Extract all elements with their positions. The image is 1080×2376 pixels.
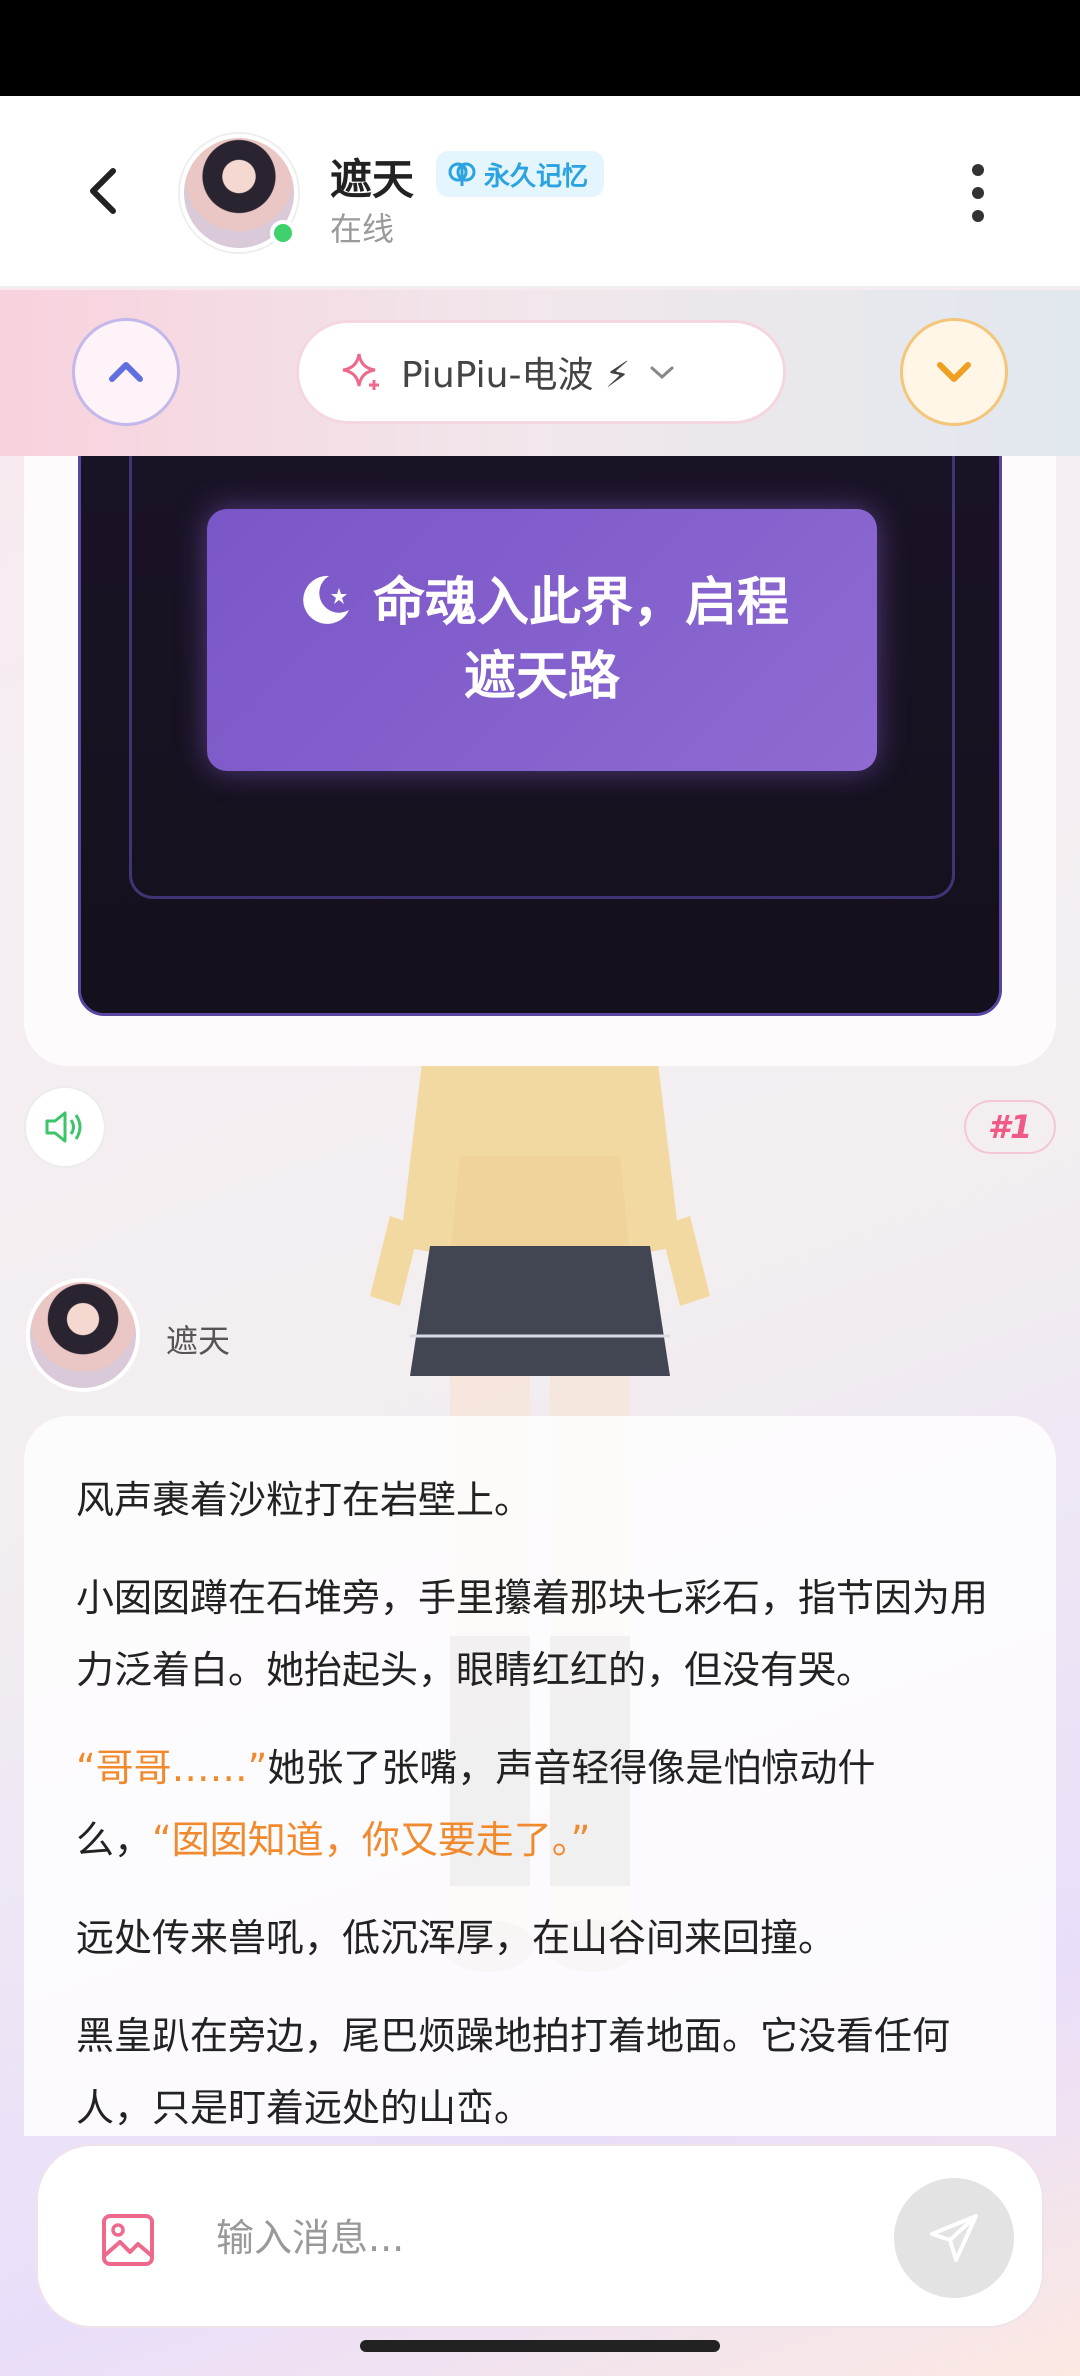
sparkle-icon (342, 353, 379, 390)
memory-badge-label: 永久记忆 (484, 161, 589, 192)
chevron-down-icon (937, 362, 971, 382)
status-bar (0, 0, 1080, 96)
online-indicator (270, 220, 296, 246)
chat-toolbar: PiuPiu-电波 ⚡ (0, 290, 1080, 456)
sender-name: 遮天 (166, 1322, 231, 1360)
sender-avatar[interactable] (26, 1278, 140, 1392)
chevron-up-icon (109, 362, 143, 382)
moon-star-icon (303, 575, 349, 624)
more-vertical-icon (972, 164, 984, 176)
memory-badge[interactable]: 永久记忆 (436, 151, 605, 197)
start-journey-label: 命魂入此界，启程遮天路 (282, 566, 802, 714)
game-card: 命魂入此界，启程遮天路 (24, 456, 1056, 1066)
chat-header: 遮天 永久记忆 在线 (0, 96, 1080, 288)
message-index-badge: #1 (964, 1100, 1056, 1154)
message-paragraph: 远处传来兽吼，低沉浑厚，在山谷间来回撞。 (76, 1916, 837, 1960)
message-bubble: 风声裹着沙粒打在岩壁上。 小囡囡蹲在石堆旁，手里攥着那块七彩石，指节因为用力泛着… (24, 1416, 1056, 2136)
more-options-button[interactable] (956, 158, 1000, 228)
message-paragraph: “哥哥……”她张了张嘴，声音轻得像是怕惊动什么，“囡囡知道，你又要走了。” (76, 1732, 1006, 1876)
dialogue-quote: “哥哥……” (76, 1746, 268, 1790)
attach-image-button[interactable] (96, 2208, 160, 2272)
message-input-bar (36, 2144, 1044, 2328)
message-paragraph: 黑皇趴在旁边，尾巴烦躁地拍打着地面。它没看任何人，只是盯着远处的山峦。 (76, 2014, 951, 2130)
brain-icon (448, 162, 476, 186)
game-panel: 命魂入此界，启程遮天路 (78, 456, 1002, 1016)
mode-label: PiuPiu-电波 ⚡ (401, 355, 631, 396)
chat-messages[interactable]: 命魂入此界，启程遮天路 #1 遮天 风声裹着沙粒打在岩壁上。 小囡囡蹲在石堆旁，… (0, 456, 1080, 2136)
play-audio-button[interactable] (24, 1086, 106, 1168)
speaker-icon (45, 1111, 82, 1143)
scroll-up-button[interactable] (72, 318, 180, 426)
message-paragraph: 小囡囡蹲在石堆旁，手里攥着那块七彩石，指节因为用力泛着白。她抬起头，眼睛红红的，… (76, 1576, 989, 1692)
chevron-down-icon (650, 366, 674, 380)
scroll-down-button[interactable] (900, 318, 1008, 426)
send-button[interactable] (894, 2178, 1014, 2298)
home-indicator (360, 2340, 720, 2352)
character-avatar[interactable] (180, 134, 298, 252)
character-name: 遮天 (330, 155, 415, 204)
image-icon (102, 2214, 154, 2266)
back-button[interactable] (70, 158, 136, 224)
online-status: 在线 (330, 210, 395, 248)
dialogue-quote: “囡囡知道，你又要走了。” (152, 1818, 591, 1862)
start-journey-text: 命魂入此界，启程遮天路 (373, 572, 790, 707)
send-icon (930, 2214, 978, 2262)
message-paragraph: 风声裹着沙粒打在岩壁上。 (76, 1478, 533, 1522)
message-input[interactable] (216, 2202, 876, 2274)
start-journey-button[interactable]: 命魂入此界，启程遮天路 (207, 509, 877, 771)
mode-selector[interactable]: PiuPiu-电波 ⚡ (296, 320, 786, 424)
back-arrow-icon (90, 168, 116, 214)
